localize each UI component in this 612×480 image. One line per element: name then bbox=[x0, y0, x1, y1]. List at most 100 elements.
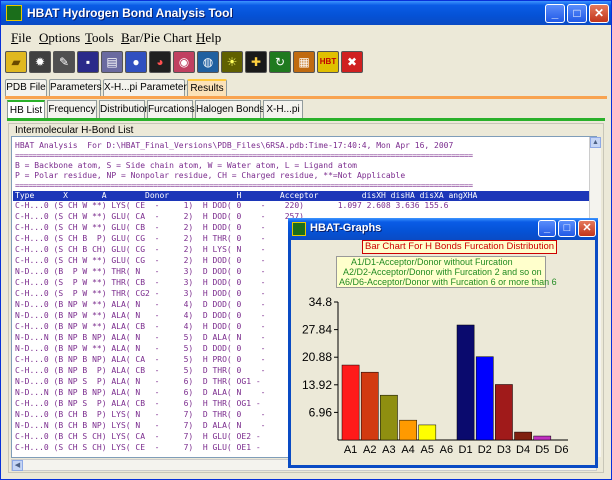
x-tick-label: A3 bbox=[382, 444, 395, 456]
hbond-row: N-D...0 (B NP S P) ALA( N - 6) D THR( OG… bbox=[15, 377, 285, 386]
chart-title: Bar Chart For H Bonds Furcation Distribu… bbox=[362, 240, 558, 254]
x-tick-label: D4 bbox=[516, 444, 530, 456]
x-tick-label: D6 bbox=[554, 444, 568, 456]
group-label: Intermolecular H-Bond List bbox=[13, 125, 136, 136]
document-icon[interactable]: ▦ bbox=[293, 51, 315, 73]
menu-bar-pie-chart[interactable]: Bar/Pie Chart bbox=[121, 30, 192, 46]
puzzle-icon[interactable]: ✚ bbox=[245, 51, 267, 73]
graph-app-icon bbox=[292, 222, 306, 236]
hbond-row: C-H...0 (S CH W **) LYS( CE - 1) H DOD( … bbox=[15, 201, 449, 210]
close-icon[interactable]: ✖ bbox=[341, 51, 363, 73]
edit-icon[interactable]: ✎ bbox=[53, 51, 75, 73]
y-tick-label: 20.88 bbox=[302, 350, 332, 364]
tab-distribution[interactable]: Distribution bbox=[99, 100, 150, 119]
x-tick-label: A1 bbox=[344, 444, 357, 456]
hbond-row: C-H...0 (B NP W **) ALA( CB - 4) H DOD( … bbox=[15, 322, 285, 331]
hbond-row: C-H...0 (B NP S P) ALA( CB - 6) H THR( O… bbox=[15, 399, 285, 408]
close-button[interactable]: ✕ bbox=[589, 4, 609, 23]
pie-chart-icon[interactable]: ◕ bbox=[149, 51, 171, 73]
window-title: HBAT Hydrogen Bond Analysis Tool bbox=[27, 6, 233, 20]
graph-minimize-button[interactable]: _ bbox=[538, 220, 556, 237]
legend-line-2: P = Polar residue, NP = Nonpolar residue… bbox=[15, 171, 406, 180]
hbond-row: N-D...0 (B P W **) THR( N - 3) D DOD( 0 … bbox=[15, 267, 285, 276]
graph-title-bar[interactable]: HBAT-Graphs _ □ ✕ bbox=[288, 218, 598, 240]
tab-frequency[interactable]: Frequency bbox=[47, 100, 97, 119]
tab-hb-list[interactable]: HB List bbox=[7, 100, 45, 119]
app-icon bbox=[6, 5, 22, 21]
separator: ========================================… bbox=[15, 151, 473, 160]
refresh-icon[interactable]: ↻ bbox=[269, 51, 291, 73]
title-bar[interactable]: HBAT Hydrogen Bond Analysis Tool _ □ ✕ bbox=[1, 1, 611, 25]
menu-tools[interactable]: Tools bbox=[85, 30, 114, 46]
tab-pdb-file[interactable]: PDB File bbox=[5, 79, 47, 97]
menu-help[interactable]: Help bbox=[196, 30, 221, 46]
hbond-row: N-D...N (B CH B NP) LYS( N - 7) D ALA( N… bbox=[15, 421, 285, 430]
round-button-icon[interactable]: ● bbox=[125, 51, 147, 73]
bar-a2 bbox=[360, 371, 379, 441]
bar-d2 bbox=[475, 356, 494, 441]
scroll-left-arrow[interactable]: ◀ bbox=[12, 460, 23, 471]
hbond-row: N-D...0 (B NP W **) ALA( N - 5) D DOD( 0… bbox=[15, 344, 285, 353]
y-tick-label: 6.96 bbox=[309, 405, 333, 419]
x-tick-label: D3 bbox=[497, 444, 511, 456]
hbond-row: N-D...0 (B CH B P) LYS( N - 7) D THR( 0 … bbox=[15, 410, 285, 419]
bar-a1 bbox=[341, 364, 360, 441]
legend-entry: A2/D2-Acceptor/Donor with Furcation 2 an… bbox=[343, 267, 542, 277]
save-icon[interactable]: ▪ bbox=[77, 51, 99, 73]
tab-furcations[interactable]: Furcations bbox=[147, 100, 195, 119]
gear-icon[interactable]: ✹ bbox=[29, 51, 51, 73]
y-tick-label: 13.92 bbox=[302, 378, 332, 392]
disc-icon[interactable]: ◉ bbox=[173, 51, 195, 73]
bar-a5 bbox=[418, 424, 437, 441]
x-tick-label: A4 bbox=[401, 444, 414, 456]
bar-chart: 34.8 27.84 20.88 13.92 6.96 A1 A2 A3 A4 A5 A6 D1 D2 D… bbox=[302, 295, 568, 456]
menu-file[interactable]: File bbox=[11, 30, 31, 46]
scroll-up-arrow[interactable]: ▲ bbox=[590, 137, 601, 148]
hbond-row: C-H...0 (S CH B CH) GLU( CG - 2) H LYS( … bbox=[15, 245, 285, 254]
tab-parameters[interactable]: Parameters bbox=[49, 79, 102, 97]
hbond-row: C-H...0 (S CH B P) GLU( CG - 2) H THR( 0… bbox=[15, 234, 285, 243]
legend-entry: A1/D1-Acceptor/Donor without Furcation bbox=[351, 257, 513, 267]
tab-halogen-bonds[interactable]: Halogen Bonds bbox=[195, 100, 264, 119]
hbond-row: C-H...0 (S CH S CH) LYS( CE - 7) H GLU( … bbox=[15, 443, 285, 452]
y-tick-label: 27.84 bbox=[302, 323, 332, 337]
x-tick-label: D2 bbox=[478, 444, 492, 456]
menu-options[interactable]: Options bbox=[39, 30, 80, 46]
hbond-row: N-D...0 (B NP W **) ALA( N - 4) D DOD( 0… bbox=[15, 311, 285, 320]
bar-d3 bbox=[495, 384, 513, 441]
graph-window-title: HBAT-Graphs bbox=[310, 222, 382, 234]
y-tick-label: 34.8 bbox=[309, 295, 333, 309]
graph-close-button[interactable]: ✕ bbox=[578, 220, 596, 237]
results-tab-underline bbox=[7, 118, 605, 121]
hbond-row: C-H...0 (S P W **) THR( CB - 3) H DOD( 0… bbox=[15, 278, 285, 287]
bar-d5 bbox=[533, 435, 552, 441]
tab-results[interactable]: Results bbox=[187, 79, 227, 97]
analysis-header: HBAT Analysis For D:\HBAT_Final_Versions… bbox=[15, 141, 454, 150]
globe-icon[interactable]: ◍ bbox=[197, 51, 219, 73]
graph-maximize-button[interactable]: □ bbox=[558, 220, 576, 237]
separator: ========================================… bbox=[15, 181, 473, 190]
chart-icon[interactable]: ▤ bbox=[101, 51, 123, 73]
open-folder-icon[interactable]: ▰ bbox=[5, 51, 27, 73]
column-header: Type X A Donor H Acceptor disXH disHA di… bbox=[13, 191, 593, 201]
menu-bar: File Options Tools Bar/Pie Chart Help bbox=[1, 27, 611, 47]
minimize-button[interactable]: _ bbox=[545, 4, 565, 23]
tab-xh-pi[interactable]: X-H...pi bbox=[263, 100, 303, 119]
lightbulb-icon[interactable]: ☀ bbox=[221, 51, 243, 73]
hbond-row: C-H...0 (S P W **) THR( CG2 - 3) H DOD( … bbox=[15, 289, 285, 298]
bar-d4 bbox=[514, 431, 532, 441]
hbond-row: N-D...0 (B NP W **) ALA( N - 4) D DOD( 0… bbox=[15, 300, 285, 309]
hbt-icon[interactable]: HBT bbox=[317, 51, 339, 73]
chart-legend: A1/D1-Acceptor/Donor without Furcation A… bbox=[336, 256, 557, 288]
bar-a3 bbox=[380, 394, 398, 441]
maximize-button[interactable]: □ bbox=[567, 4, 587, 23]
legend-entry: A6/D6-Acceptor/Donor with Furcation 6 or… bbox=[339, 277, 557, 287]
hbond-row: N-D...N (B NP B NP) ALA( N - 5) D ALA( N… bbox=[15, 333, 285, 342]
hbond-row: C-H...0 (B CH S CH) LYS( CA - 7) H GLU( … bbox=[15, 432, 285, 441]
bar-a4 bbox=[399, 419, 417, 441]
tab-xh-pi-parameters[interactable]: X-H...pi Parameters bbox=[103, 79, 192, 97]
hbond-row: C-H...0 (S CH W **) GLU( CA - 2) H DOD( … bbox=[15, 212, 304, 221]
hbond-row: C-H...0 (B NP B P) ALA( CB - 5) D THR( 0… bbox=[15, 366, 285, 375]
x-tick-label: A6 bbox=[440, 444, 453, 456]
hbond-row: C-H...0 (B NP B NP) ALA( CA - 5) H PRO( … bbox=[15, 355, 285, 364]
